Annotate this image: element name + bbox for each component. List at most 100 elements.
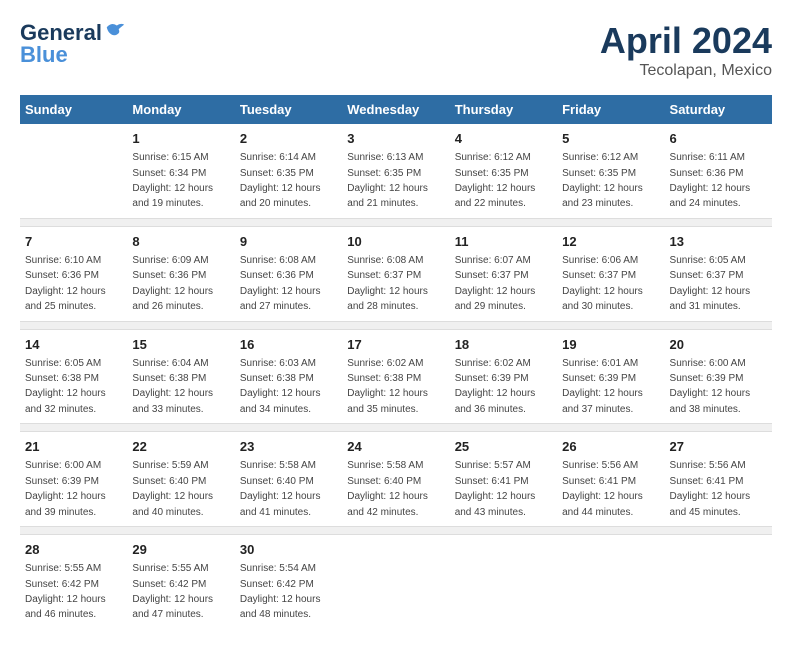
col-thursday: Thursday xyxy=(450,95,557,124)
col-wednesday: Wednesday xyxy=(342,95,449,124)
calendar-cell: 4 Sunrise: 6:12 AMSunset: 6:35 PMDaylight… xyxy=(450,124,557,218)
calendar-cell xyxy=(557,535,664,629)
day-number: 19 xyxy=(562,336,659,354)
week-row-1: 1 Sunrise: 6:15 AMSunset: 6:34 PMDaylight… xyxy=(20,124,772,218)
calendar-cell: 3Sunrise: 6:13 AMSunset: 6:35 PMDaylight… xyxy=(342,124,449,218)
header-row: Sunday Monday Tuesday Wednesday Thursday… xyxy=(20,95,772,124)
calendar-cell: 13 Sunrise: 6:05 AMSunset: 6:37 PMDayligh… xyxy=(665,226,772,321)
cell-info: Sunrise: 6:04 AMSunset: 6:38 PMDaylight:… xyxy=(132,358,213,415)
day-number: 29 xyxy=(132,541,229,559)
calendar-cell: 25 Sunrise: 5:57 AMSunset: 6:41 PMDayligh… xyxy=(450,432,557,527)
title-block: April 2024 Tecolapan, Mexico xyxy=(600,20,772,80)
calendar-cell: 20 Sunrise: 6:00 AMSunset: 6:39 PMDayligh… xyxy=(665,329,772,424)
logo-bird-icon xyxy=(104,20,126,42)
day-number: 6 xyxy=(670,130,767,148)
calendar-cell: 14 Sunrise: 6:05 AMSunset: 6:38 PMDayligh… xyxy=(20,329,127,424)
day-number: 22 xyxy=(132,438,229,456)
day-number: 2 xyxy=(240,130,337,148)
calendar-cell: 27 Sunrise: 5:56 AMSunset: 6:41 PMDayligh… xyxy=(665,432,772,527)
cell-info: Sunrise: 6:01 AMSunset: 6:39 PMDaylight:… xyxy=(562,358,643,415)
day-number: 28 xyxy=(25,541,122,559)
day-number: 17 xyxy=(347,336,444,354)
day-number: 26 xyxy=(562,438,659,456)
day-number: 25 xyxy=(455,438,552,456)
cell-info: Sunrise: 6:11 AMSunset: 6:36 PMDaylight:… xyxy=(670,152,751,209)
cell-info: Sunrise: 6:02 AMSunset: 6:39 PMDaylight:… xyxy=(455,358,536,415)
cell-info: Sunrise: 5:59 AMSunset: 6:40 PMDaylight:… xyxy=(132,460,213,517)
col-tuesday: Tuesday xyxy=(235,95,342,124)
calendar-cell: 30Sunrise: 5:54 AMSunset: 6:42 PMDayligh… xyxy=(235,535,342,629)
day-number: 11 xyxy=(455,233,552,251)
calendar-cell: 18 Sunrise: 6:02 AMSunset: 6:39 PMDayligh… xyxy=(450,329,557,424)
page-subtitle: Tecolapan, Mexico xyxy=(600,62,772,80)
col-friday: Friday xyxy=(557,95,664,124)
cell-info: Sunrise: 6:05 AMSunset: 6:38 PMDaylight:… xyxy=(25,358,106,415)
calendar-cell: 16Sunrise: 6:03 AMSunset: 6:38 PMDayligh… xyxy=(235,329,342,424)
cell-info: Sunrise: 5:56 AMSunset: 6:41 PMDaylight:… xyxy=(670,460,751,517)
day-number: 15 xyxy=(132,336,229,354)
day-number: 21 xyxy=(25,438,122,456)
day-number: 13 xyxy=(670,233,767,251)
cell-info: Sunrise: 6:12 AMSunset: 6:35 PMDaylight:… xyxy=(455,152,536,209)
cell-info: Sunrise: 6:08 AMSunset: 6:36 PMDaylight:… xyxy=(240,255,321,312)
page-title: April 2024 xyxy=(600,20,772,62)
calendar-cell: 29Sunrise: 5:55 AMSunset: 6:42 PMDayligh… xyxy=(127,535,234,629)
page-header: General Blue April 2024 Tecolapan, Mexic… xyxy=(20,20,772,80)
calendar-cell: 1 Sunrise: 6:15 AMSunset: 6:34 PMDaylight… xyxy=(127,124,234,218)
week-separator xyxy=(20,527,772,535)
week-row-5: 28Sunrise: 5:55 AMSunset: 6:42 PMDayligh… xyxy=(20,535,772,629)
cell-info: Sunrise: 5:58 AMSunset: 6:40 PMDaylight:… xyxy=(347,460,428,517)
calendar-cell: 12Sunrise: 6:06 AMSunset: 6:37 PMDayligh… xyxy=(557,226,664,321)
day-number: 5 xyxy=(562,130,659,148)
cell-info: Sunrise: 6:02 AMSunset: 6:38 PMDaylight:… xyxy=(347,358,428,415)
day-number: 3 xyxy=(347,130,444,148)
calendar-cell: 2 Sunrise: 6:14 AMSunset: 6:35 PMDaylight… xyxy=(235,124,342,218)
day-number: 7 xyxy=(25,233,122,251)
cell-info: Sunrise: 6:00 AMSunset: 6:39 PMDaylight:… xyxy=(670,358,751,415)
calendar-cell: 24 Sunrise: 5:58 AMSunset: 6:40 PMDayligh… xyxy=(342,432,449,527)
calendar-cell xyxy=(450,535,557,629)
week-row-3: 14 Sunrise: 6:05 AMSunset: 6:38 PMDayligh… xyxy=(20,329,772,424)
day-number: 16 xyxy=(240,336,337,354)
col-monday: Monday xyxy=(127,95,234,124)
cell-info: Sunrise: 5:56 AMSunset: 6:41 PMDaylight:… xyxy=(562,460,643,517)
calendar-cell: 11 Sunrise: 6:07 AMSunset: 6:37 PMDayligh… xyxy=(450,226,557,321)
separator-cell xyxy=(20,527,772,535)
calendar-cell: 28Sunrise: 5:55 AMSunset: 6:42 PMDayligh… xyxy=(20,535,127,629)
day-number: 1 xyxy=(132,130,229,148)
cell-info: Sunrise: 6:05 AMSunset: 6:37 PMDaylight:… xyxy=(670,255,751,312)
cell-info: Sunrise: 6:12 AMSunset: 6:35 PMDaylight:… xyxy=(562,152,643,209)
day-number: 18 xyxy=(455,336,552,354)
week-row-2: 7 Sunrise: 6:10 AMSunset: 6:36 PMDaylight… xyxy=(20,226,772,321)
day-number: 24 xyxy=(347,438,444,456)
day-number: 20 xyxy=(670,336,767,354)
cell-info: Sunrise: 6:14 AMSunset: 6:35 PMDaylight:… xyxy=(240,152,321,209)
calendar-cell xyxy=(342,535,449,629)
cell-info: Sunrise: 6:15 AMSunset: 6:34 PMDaylight:… xyxy=(132,152,213,209)
cell-info: Sunrise: 6:07 AMSunset: 6:37 PMDaylight:… xyxy=(455,255,536,312)
week-separator xyxy=(20,321,772,329)
calendar-cell: 22 Sunrise: 5:59 AMSunset: 6:40 PMDayligh… xyxy=(127,432,234,527)
day-number: 14 xyxy=(25,336,122,354)
logo-blue: Blue xyxy=(20,42,68,68)
day-number: 27 xyxy=(670,438,767,456)
calendar-cell: 5 Sunrise: 6:12 AMSunset: 6:35 PMDaylight… xyxy=(557,124,664,218)
day-number: 30 xyxy=(240,541,337,559)
calendar-cell: 7 Sunrise: 6:10 AMSunset: 6:36 PMDaylight… xyxy=(20,226,127,321)
calendar-cell: 21Sunrise: 6:00 AMSunset: 6:39 PMDayligh… xyxy=(20,432,127,527)
calendar-cell: 23Sunrise: 5:58 AMSunset: 6:40 PMDayligh… xyxy=(235,432,342,527)
cell-info: Sunrise: 6:09 AMSunset: 6:36 PMDaylight:… xyxy=(132,255,213,312)
cell-info: Sunrise: 6:08 AMSunset: 6:37 PMDaylight:… xyxy=(347,255,428,312)
day-number: 23 xyxy=(240,438,337,456)
calendar-cell: 26 Sunrise: 5:56 AMSunset: 6:41 PMDayligh… xyxy=(557,432,664,527)
cell-info: Sunrise: 5:57 AMSunset: 6:41 PMDaylight:… xyxy=(455,460,536,517)
cell-info: Sunrise: 6:10 AMSunset: 6:36 PMDaylight:… xyxy=(25,255,106,312)
day-number: 8 xyxy=(132,233,229,251)
calendar-cell: 6 Sunrise: 6:11 AMSunset: 6:36 PMDaylight… xyxy=(665,124,772,218)
col-saturday: Saturday xyxy=(665,95,772,124)
calendar-cell: 15 Sunrise: 6:04 AMSunset: 6:38 PMDayligh… xyxy=(127,329,234,424)
day-number: 4 xyxy=(455,130,552,148)
week-separator xyxy=(20,424,772,432)
logo: General Blue xyxy=(20,20,126,68)
week-row-4: 21Sunrise: 6:00 AMSunset: 6:39 PMDayligh… xyxy=(20,432,772,527)
